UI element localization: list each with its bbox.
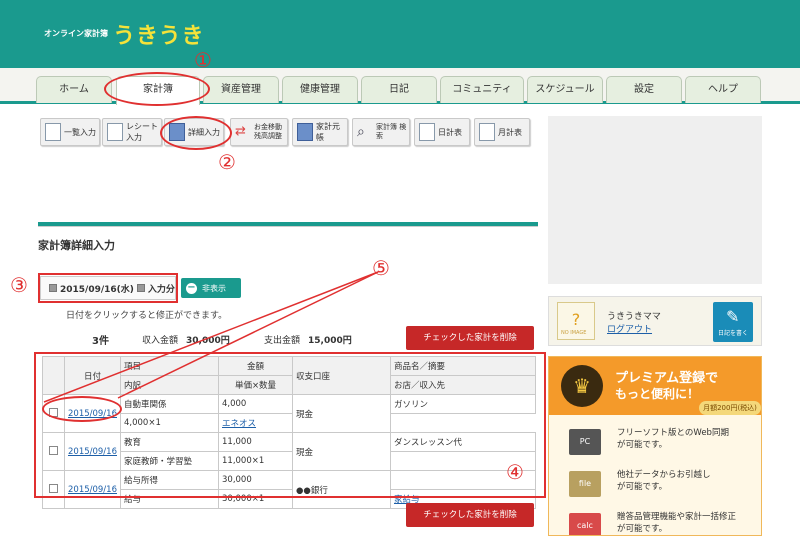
annotation-3: ③: [10, 273, 28, 297]
section-divider-thin: [38, 226, 538, 227]
logout-link[interactable]: ログアウト: [607, 322, 652, 335]
edit-hint: 日付をクリックすると修正ができます。: [66, 311, 228, 321]
price-badge: 月額200円(税込): [699, 401, 761, 415]
hide-toggle-button[interactable]: − 非表示: [181, 278, 241, 298]
annotation-5: ⑤: [372, 256, 390, 280]
daily-report-label: 日計表: [438, 127, 462, 137]
annotation-ring-tab: [104, 72, 210, 106]
tab-assets[interactable]: 資産管理: [203, 76, 279, 103]
monthly-report-label: 月計表: [498, 127, 522, 137]
money-transfer-button[interactable]: ⇄ お金移動 残高調整: [230, 118, 288, 146]
expense-summary: 支出金額 15,000円: [264, 333, 352, 346]
ad-placeholder: [548, 116, 762, 284]
feature-item: calc 贈答品管理機能や家計一括修正 が可能です。: [569, 509, 759, 535]
ledger-icon: [297, 123, 313, 141]
user-panel: ? NO IMAGE うきうきママ ログアウト ✎ 日記を書く: [548, 296, 762, 346]
premium-title: プレミアム登録で: [615, 371, 719, 386]
receipt-input-button[interactable]: レシート入力: [102, 118, 162, 146]
feature-line: が可能です。: [617, 524, 668, 534]
income-label: 収入金額: [142, 336, 179, 346]
tab-schedule[interactable]: スケジュール: [527, 76, 603, 103]
file-icon: file: [569, 471, 601, 497]
receipt-icon: [107, 123, 123, 141]
pen-icon: ✎: [726, 307, 740, 326]
list-input-label: 一覧入力: [64, 127, 96, 137]
avatar-caption: NO IMAGE: [561, 330, 587, 336]
app-header: オンライン家計簿 うきうき: [0, 0, 800, 68]
pc-icon: PC: [569, 429, 601, 455]
feature-line: が可能です。: [617, 482, 668, 492]
page-title: 家計簿詳細入力: [38, 239, 115, 252]
annotation-4: ④: [506, 460, 524, 484]
ledger-button[interactable]: 家計元帳: [292, 118, 348, 146]
premium-banner[interactable]: ♛ プレミアム登録で もっと便利に！ 月額200円(税込) PC フリーソフト版…: [548, 356, 762, 536]
income-summary: 収入金額 30,000円: [142, 333, 230, 346]
feature-line: が可能です。: [617, 440, 668, 450]
tab-home[interactable]: ホーム: [36, 76, 112, 103]
tab-help[interactable]: ヘルプ: [685, 76, 761, 103]
user-name: うきうきママ: [607, 312, 661, 322]
logo[interactable]: うきうき: [113, 18, 205, 50]
daily-sheet-icon: [419, 123, 435, 141]
crown-icon: ♛: [561, 365, 603, 407]
income-value: 30,000円: [186, 336, 230, 346]
transfer-arrows-icon: ⇄: [235, 124, 246, 139]
delete-checked-button-bottom[interactable]: チェックした家計を削除: [406, 503, 534, 527]
kakeibo-search-label: 家計簿 検索: [376, 123, 407, 140]
premium-subtitle: もっと便利に！: [615, 387, 700, 401]
feature-item: PC フリーソフト版とのWeb同期 が可能です。: [569, 425, 759, 463]
feature-line: 贈答品管理機能や家計一括修正: [617, 512, 737, 522]
feature-line: フリーソフト版とのWeb同期: [617, 428, 729, 438]
money-transfer-label: お金移動 残高調整: [254, 123, 282, 140]
annotation-rect-table: [34, 352, 546, 498]
feature-text: 他社データからお引越し が可能です。: [617, 469, 711, 493]
tab-diary[interactable]: 日記: [361, 76, 437, 103]
hide-label: 非表示: [202, 283, 226, 293]
annotation-rect-filter: [38, 273, 178, 303]
expense-label: 支出金額: [264, 336, 301, 346]
list-icon: [45, 123, 61, 141]
receipt-input-label: レシート入力: [126, 122, 158, 142]
feature-item: file 他社データからお引越し が可能です。: [569, 467, 759, 505]
tab-health[interactable]: 健康管理: [282, 76, 358, 103]
logo-subtitle: オンライン家計簿: [44, 29, 108, 38]
write-diary-button[interactable]: ✎ 日記を書く: [713, 302, 753, 342]
ledger-label: 家計元帳: [316, 122, 340, 142]
kakeibo-search-button[interactable]: ⌕ 家計簿 検索: [352, 118, 410, 146]
write-diary-label: 日記を書く: [717, 330, 748, 337]
delete-checked-button[interactable]: チェックした家計を削除: [406, 326, 534, 350]
annotation-1: ①: [194, 48, 212, 72]
annotation-ring-date: [42, 396, 122, 422]
feature-text: フリーソフト版とのWeb同期 が可能です。: [617, 427, 729, 451]
daily-report-button[interactable]: 日計表: [414, 118, 470, 146]
list-input-button[interactable]: 一覧入力: [40, 118, 100, 146]
premium-header: ♛ プレミアム登録で もっと便利に！ 月額200円(税込): [549, 357, 761, 415]
annotation-ring-detail: [160, 116, 232, 150]
record-count: 3件: [92, 336, 109, 347]
monthly-report-button[interactable]: 月計表: [474, 118, 530, 146]
annotation-2: ②: [218, 150, 236, 174]
minus-icon: −: [186, 281, 197, 294]
calculator-icon: calc: [569, 513, 601, 535]
feature-text: 贈答品管理機能や家計一括修正 が可能です。: [617, 511, 736, 535]
tab-community[interactable]: コミュニティ: [440, 76, 524, 103]
feature-line: 他社データからお引越し: [617, 470, 711, 480]
monthly-sheet-icon: [479, 123, 495, 141]
magnifier-icon: ⌕: [357, 124, 365, 140]
expense-value: 15,000円: [308, 336, 352, 346]
tab-settings[interactable]: 設定: [606, 76, 682, 103]
